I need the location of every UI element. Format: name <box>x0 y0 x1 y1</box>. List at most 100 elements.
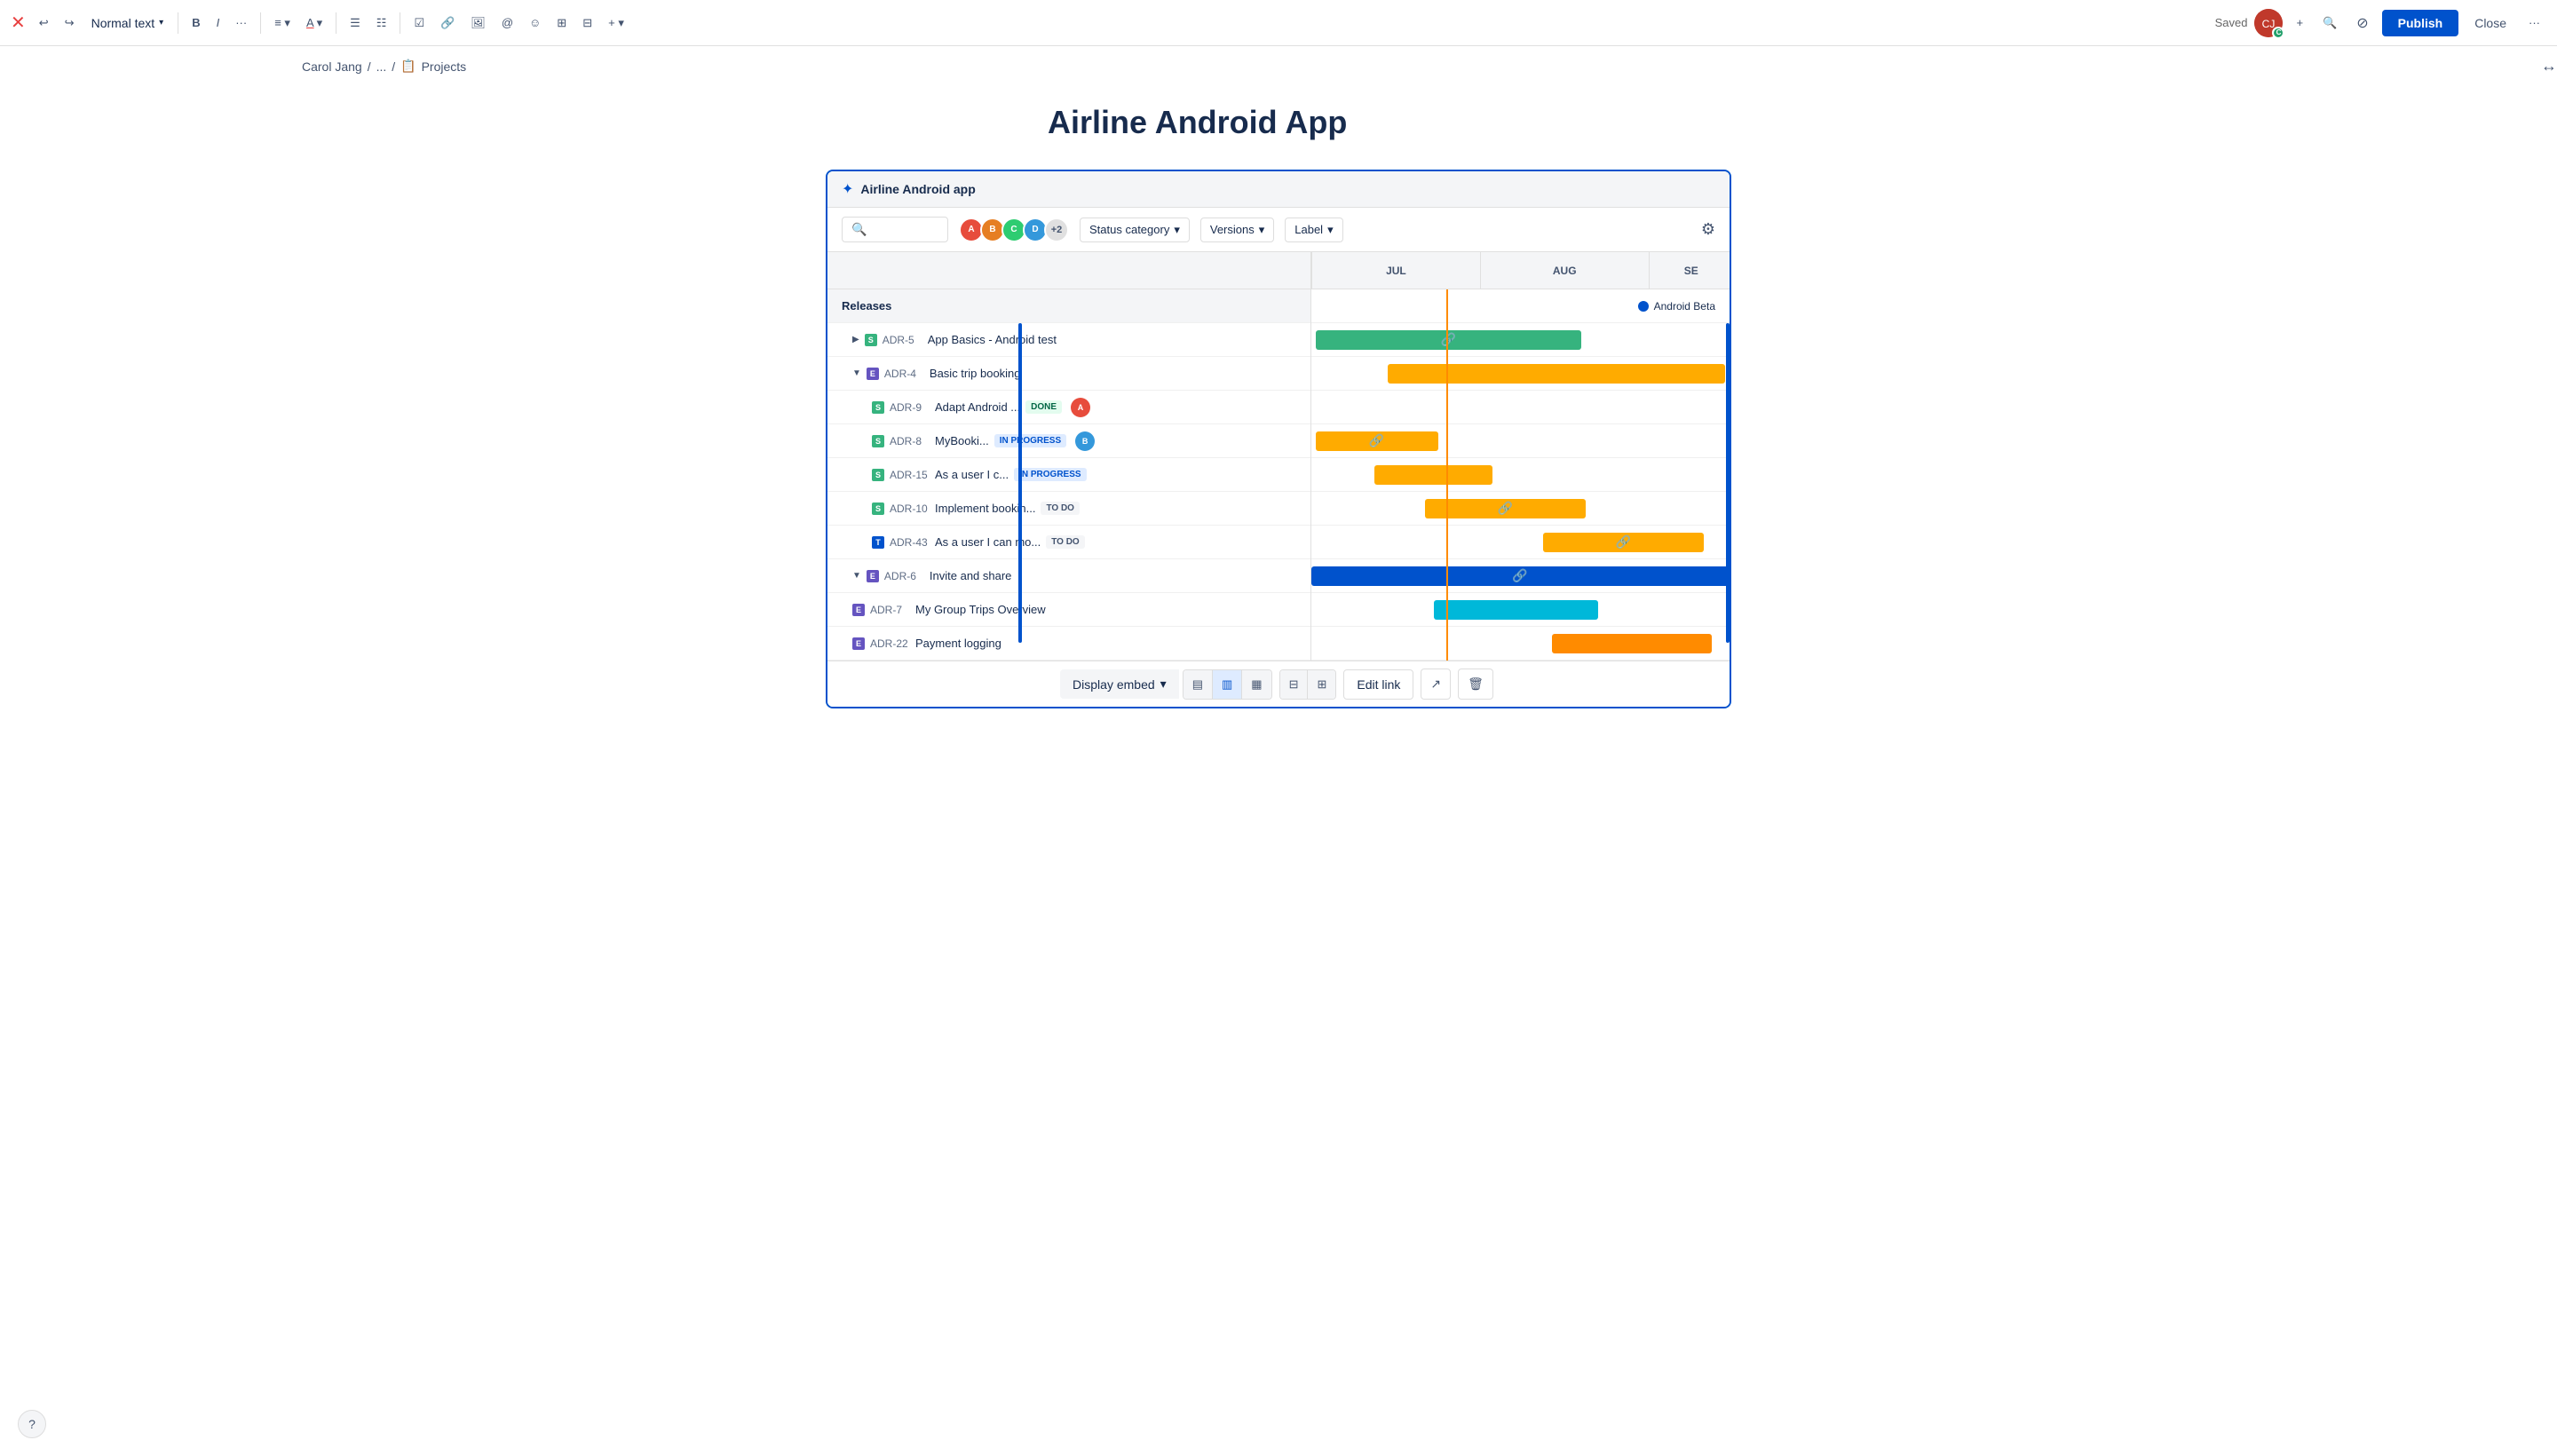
align-right-button[interactable]: ▦ <box>1242 670 1271 699</box>
task-bar[interactable] <box>1374 465 1492 485</box>
task-bar[interactable]: 🔗 <box>1311 566 1729 586</box>
left-scroll-bar[interactable] <box>1018 323 1022 643</box>
task-name[interactable]: MyBooki... <box>935 434 989 447</box>
table-button[interactable]: ⊞ <box>550 12 573 35</box>
avatar-more[interactable]: +2 <box>1044 218 1069 242</box>
insert-more-button[interactable]: + ▾ <box>602 12 630 35</box>
expand-icon[interactable]: ▼ <box>852 368 861 378</box>
redo-button[interactable]: ↪ <box>59 12 81 35</box>
task-name[interactable]: As a user I can mo... <box>935 535 1041 549</box>
expand-width-button[interactable]: ↔ <box>2541 57 2557 75</box>
bullet-list-button[interactable]: ☰ <box>344 12 367 35</box>
epic-icon: E <box>852 604 865 616</box>
gantt-search-input[interactable] <box>872 223 943 236</box>
expand-icon[interactable]: ▶ <box>852 335 859 344</box>
month-aug: AUG <box>1480 252 1649 289</box>
breadcrumb-author[interactable]: Carol Jang <box>302 59 362 74</box>
bar-row-adr6: 🔗 <box>1311 559 1730 593</box>
bar-row-adr4 <box>1311 357 1730 391</box>
emoji-button[interactable]: ☺ <box>523 12 547 34</box>
release-tag: Android Beta <box>1638 300 1715 313</box>
task-id: ADR-7 <box>870 604 910 616</box>
task-id: ADR-9 <box>890 401 930 414</box>
text-format-label: Normal text <box>91 16 155 30</box>
bar-row-adr10: 🔗 › <box>1311 492 1730 526</box>
undo-button[interactable]: ↩ <box>33 12 55 35</box>
task-bar[interactable]: 🔗 <box>1316 431 1438 451</box>
task-name[interactable]: Invite and share <box>930 569 1012 582</box>
gantt-bars-panel: JUL AUG SE Android Beta 🔗 <box>1311 252 1730 661</box>
right-scroll-bar[interactable] <box>1726 323 1730 643</box>
restrict-button[interactable]: ⊘ <box>2350 10 2374 36</box>
more-format-button[interactable]: ··· <box>229 12 253 34</box>
edit-link-button[interactable]: Edit link <box>1343 669 1413 700</box>
task-bar[interactable]: 🔗 <box>1316 330 1581 350</box>
task-bar[interactable] <box>1552 634 1713 653</box>
text-format-dropdown[interactable]: Normal text ▾ <box>84 12 171 35</box>
story-icon: S <box>872 401 884 414</box>
expand-icon[interactable]: ▼ <box>852 571 861 581</box>
task-name[interactable]: Payment logging <box>915 637 1001 650</box>
gantt-task-list: Releases ▶ S ADR-5 App Basics - Android … <box>827 252 1311 661</box>
more-options-button[interactable]: ··· <box>2522 12 2546 34</box>
align-center-button[interactable]: ▥ <box>1213 670 1242 699</box>
bar-row-adr9 <box>1311 391 1730 424</box>
link-icon: 🔗 <box>1498 501 1513 516</box>
status-badge: IN PROGRESS <box>1014 468 1086 481</box>
month-jul: JUL <box>1311 252 1480 289</box>
help-button[interactable]: ? <box>18 1410 46 1438</box>
add-button[interactable]: + <box>2290 12 2309 34</box>
table-row: S ADR-8 MyBooki... IN PROGRESS B <box>827 424 1310 458</box>
breadcrumb-section-icon: 📋 <box>400 59 416 74</box>
versions-filter[interactable]: Versions ▾ <box>1200 218 1274 242</box>
open-link-button[interactable]: ↗ <box>1421 669 1451 700</box>
link-button[interactable]: 🔗 <box>434 12 461 35</box>
breadcrumb-ellipsis[interactable]: ... <box>376 59 387 74</box>
toolbar: ✕ ↩ ↪ Normal text ▾ B I ··· ≡ ▾ A ▾ ☰ ☷ … <box>0 0 2557 46</box>
publish-button[interactable]: Publish <box>2382 10 2459 36</box>
bar-row-adr5: 🔗 <box>1311 323 1730 357</box>
label-filter[interactable]: Label ▾ <box>1285 218 1342 242</box>
breadcrumb-section[interactable]: Projects <box>422 59 467 74</box>
team-avatars: A B C D +2 <box>959 218 1069 242</box>
close-button[interactable]: Close <box>2466 10 2515 36</box>
page-content: Airline Android App ✦ Airline Android ap… <box>746 104 1811 744</box>
table-row: S ADR-10 Implement bookin... TO DO <box>827 492 1310 526</box>
checkbox-button[interactable]: ☑ <box>408 12 431 35</box>
delete-button[interactable]: 🗑 <box>1458 669 1493 700</box>
task-icon: T <box>872 536 884 549</box>
bar-row-adr7 <box>1311 593 1730 627</box>
page-title: Airline Android App <box>781 104 1776 141</box>
task-bar[interactable] <box>1434 600 1598 620</box>
task-name[interactable]: App Basics - Android test <box>928 333 1057 346</box>
task-id: ADR-43 <box>890 536 930 549</box>
display-embed-button[interactable]: Display embed ▾ <box>1060 669 1179 699</box>
italic-button[interactable]: I <box>210 12 226 34</box>
task-name[interactable]: My Group Trips Overview <box>915 603 1046 616</box>
task-name[interactable]: Basic trip booking <box>930 367 1021 380</box>
task-bar[interactable]: 🔗 <box>1543 533 1704 552</box>
search-button[interactable]: 🔍 <box>2316 12 2343 35</box>
image-button[interactable]: 🖼 <box>464 12 492 35</box>
align-button[interactable]: ≡ ▾ <box>268 12 297 35</box>
search-icon: 🔍 <box>851 222 867 237</box>
gantt-settings-button[interactable]: ⚙ <box>1701 220 1715 239</box>
align-full-button[interactable]: ⊞ <box>1308 670 1335 699</box>
task-bar[interactable]: 🔗 <box>1425 499 1586 518</box>
layout-button[interactable]: ⊟ <box>576 12 598 35</box>
table-row: ▶ S ADR-5 App Basics - Android test <box>827 323 1310 357</box>
link-icon: 🔗 <box>1441 332 1456 347</box>
task-name[interactable]: As a user I c... <box>935 468 1009 481</box>
status-category-filter[interactable]: Status category ▾ <box>1080 218 1190 242</box>
task-bar[interactable] <box>1388 364 1725 384</box>
align-wide-button[interactable]: ⊟ <box>1280 670 1309 699</box>
task-id: ADR-8 <box>890 435 930 447</box>
mention-button[interactable]: @ <box>495 12 519 34</box>
color-button[interactable]: A ▾ <box>300 12 329 35</box>
alignment-group: ▤ ▥ ▦ <box>1183 669 1272 700</box>
task-id: ADR-15 <box>890 469 930 481</box>
align-left-button[interactable]: ▤ <box>1184 670 1213 699</box>
bold-button[interactable]: B <box>186 12 206 34</box>
task-name[interactable]: Adapt Android ... <box>935 400 1020 414</box>
numbered-list-button[interactable]: ☷ <box>370 12 393 35</box>
